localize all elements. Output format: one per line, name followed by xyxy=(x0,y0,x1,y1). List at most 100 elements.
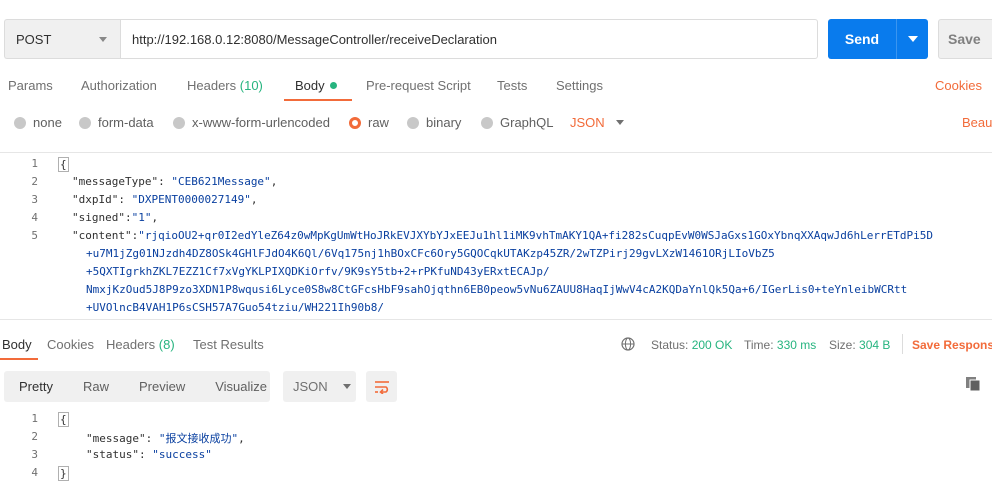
view-mode-preview[interactable]: Preview xyxy=(124,379,200,394)
tab-label: Tests xyxy=(497,78,528,93)
json-string: "1" xyxy=(131,211,152,224)
radio-label: none xyxy=(33,115,62,130)
raw-format-select[interactable]: JSON xyxy=(570,115,624,130)
status-label: Status: xyxy=(651,338,689,352)
line-number: 2 xyxy=(31,175,38,188)
url-text: http://192.168.0.12:8080/MessageControll… xyxy=(132,31,497,47)
radio-circle xyxy=(407,116,419,129)
json-key: "status" xyxy=(86,448,139,461)
globe-icon[interactable] xyxy=(621,337,635,351)
send-label: Send xyxy=(844,31,880,47)
code-line: "signed":"1", xyxy=(72,211,159,224)
view-mode-pretty[interactable]: Pretty xyxy=(4,379,68,394)
tab-tests[interactable]: Tests xyxy=(497,78,527,93)
cookies-link[interactable]: Cookies xyxy=(935,78,982,93)
tab-authorization[interactable]: Authorization xyxy=(81,78,157,93)
tab-body[interactable]: Body xyxy=(295,78,337,93)
response-tab-cookies[interactable]: Cookies xyxy=(47,337,94,352)
code-line: "dxpId": "DXPENT0000027149", xyxy=(72,193,258,206)
json-key: "dxpId" xyxy=(72,193,119,206)
code-line: "messageType": "CEB621Message", xyxy=(72,175,278,188)
url-input[interactable]: http://192.168.0.12:8080/MessageControll… xyxy=(120,19,818,59)
close-brace: } xyxy=(58,466,69,481)
line-number: 2 xyxy=(31,430,38,443)
response-time: Time: 330 ms xyxy=(744,338,816,352)
radio-circle xyxy=(173,116,185,129)
radio-raw[interactable]: raw xyxy=(349,115,389,130)
size-label: Size: xyxy=(829,338,856,352)
tab-pre-request-script[interactable]: Pre-request Script xyxy=(366,78,471,93)
line-number: 1 xyxy=(31,412,38,425)
code-line: { xyxy=(58,412,69,427)
line-number: 4 xyxy=(31,211,38,224)
tab-label: Test Results xyxy=(193,337,264,352)
method-label: POST xyxy=(16,31,52,47)
response-format-select[interactable]: JSON xyxy=(283,371,356,402)
code-line: "message": "报文接收成功", xyxy=(86,432,245,445)
json-string: +5QXTIgrkhZKL7EZZ1Cf7xVgYKLPIXQDKiOrfv/9… xyxy=(86,265,550,278)
open-brace: { xyxy=(58,412,69,427)
json-string: "报文接收成功" xyxy=(158,432,239,445)
view-mode-raw[interactable]: Raw xyxy=(68,379,124,394)
radio-none[interactable]: none xyxy=(14,115,62,130)
json-string: "DXPENT0000027149" xyxy=(131,193,251,206)
tab-label: Headers xyxy=(187,78,237,93)
chevron-down-icon xyxy=(99,37,107,42)
request-body-editor[interactable]: 1 2 3 4 5 { "messageType": "CEB621Messag… xyxy=(0,152,992,320)
save-response-button[interactable]: Save Respons xyxy=(912,338,992,352)
json-key: "content" xyxy=(72,229,132,242)
json-string: +UVOlncB4VAH1P6sCSH57A7Guo54tziu/WH221Ih… xyxy=(86,301,385,314)
response-body-viewer[interactable]: 1 2 3 4 { "message": "报文接收成功", "status":… xyxy=(0,410,992,500)
beautify-link[interactable]: Beau xyxy=(962,115,992,130)
response-tab-headers[interactable]: Headers (8) xyxy=(106,337,175,352)
response-tab-test-results[interactable]: Test Results xyxy=(193,337,264,352)
line-number: 1 xyxy=(31,157,38,170)
save-button[interactable]: Save xyxy=(938,19,992,59)
line-number: 5 xyxy=(31,229,38,242)
open-brace: { xyxy=(58,157,69,172)
json-string: "CEB621Message" xyxy=(171,175,271,188)
tab-label: Body xyxy=(2,337,32,352)
tab-headers[interactable]: Headers (10) xyxy=(187,78,263,93)
radio-label: form-data xyxy=(98,115,154,130)
tab-params[interactable]: Params xyxy=(8,78,53,93)
tab-settings[interactable]: Settings xyxy=(556,78,603,93)
status-value: 200 OK xyxy=(691,338,733,352)
json-string: +u7M1jZg01NJzdh4DZ8OSk4GHlFJdO4K6Ql/6Vq1… xyxy=(86,247,775,260)
send-dropdown-button[interactable] xyxy=(897,36,928,42)
tab-label: Headers xyxy=(106,337,156,352)
send-button[interactable]: Send xyxy=(828,19,928,59)
radio-x-www-form-urlencoded[interactable]: x-www-form-urlencoded xyxy=(173,115,330,130)
response-tab-body[interactable]: Body xyxy=(2,337,32,352)
radio-circle xyxy=(79,116,91,129)
save-label: Save xyxy=(948,31,981,47)
radio-binary[interactable]: binary xyxy=(407,115,461,130)
radio-circle-selected xyxy=(349,116,361,129)
radio-label: binary xyxy=(426,115,462,130)
view-mode-group: Pretty Raw Preview Visualize xyxy=(4,371,270,402)
code-line: } xyxy=(58,466,69,481)
radio-label: GraphQL xyxy=(500,115,554,130)
line-number: 4 xyxy=(31,466,38,479)
divider xyxy=(902,334,903,354)
tab-label: Settings xyxy=(556,78,603,93)
code-line: { xyxy=(58,157,69,172)
tab-label: Pre-request Script xyxy=(366,78,471,93)
time-label: Time: xyxy=(744,338,774,352)
active-tab-indicator xyxy=(284,99,352,101)
radio-label: x-www-form-urlencoded xyxy=(192,115,330,130)
radio-form-data[interactable]: form-data xyxy=(79,115,154,130)
method-select[interactable]: POST xyxy=(4,19,120,59)
time-value: 330 ms xyxy=(776,338,817,352)
size-value: 304 B xyxy=(859,338,891,352)
radio-label: raw xyxy=(368,115,389,130)
view-mode-visualize[interactable]: Visualize xyxy=(200,379,282,394)
json-key: "message" xyxy=(86,432,146,445)
radio-graphql[interactable]: GraphQL xyxy=(481,115,553,130)
tab-count: (8) xyxy=(158,337,175,352)
modified-dot-icon xyxy=(329,82,337,89)
wrap-lines-button[interactable] xyxy=(366,371,397,402)
copy-icon[interactable] xyxy=(965,376,981,392)
json-key: "signed" xyxy=(72,211,125,224)
response-format-label: JSON xyxy=(293,379,328,394)
